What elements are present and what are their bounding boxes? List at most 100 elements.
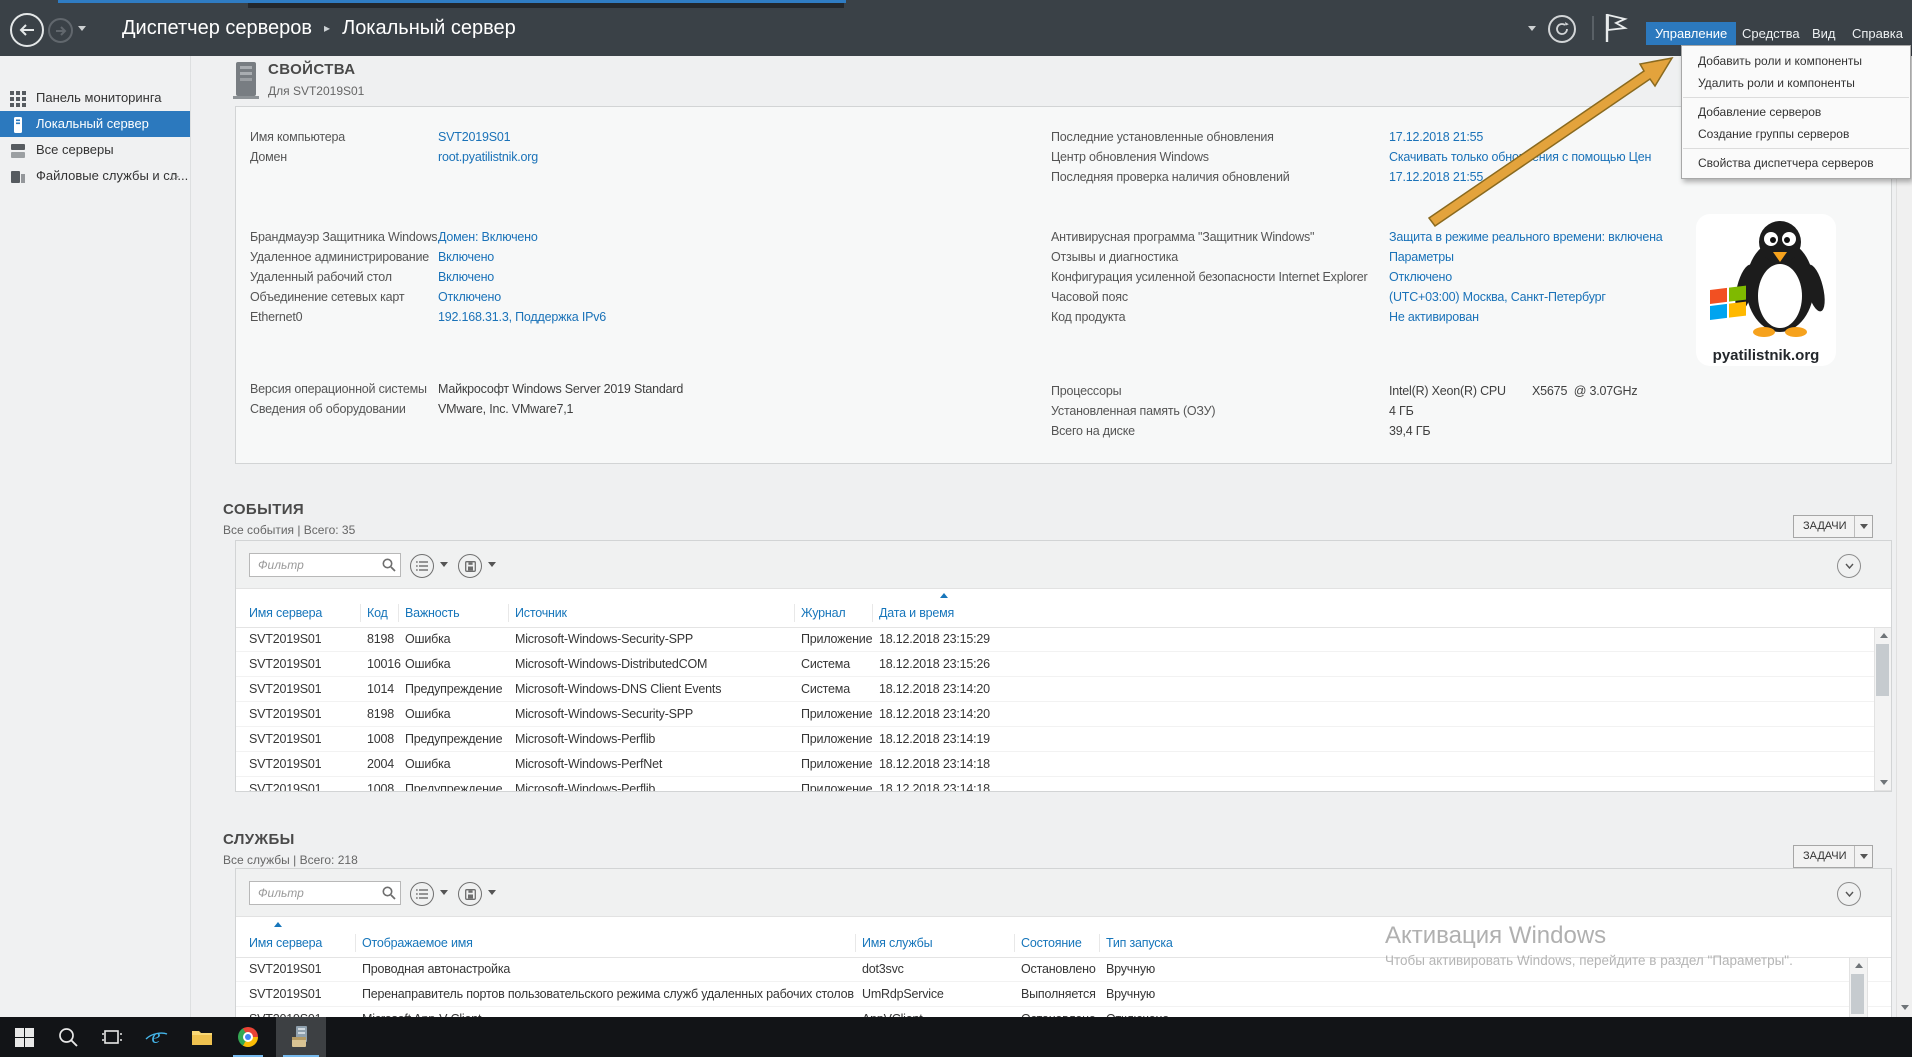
back-button[interactable]	[10, 13, 44, 47]
events-save-button[interactable]	[458, 554, 482, 578]
property-value[interactable]: Параметры	[1389, 250, 1454, 264]
property-value[interactable]: root.pyatilistnik.org	[438, 150, 538, 164]
property-value[interactable]: Защита в режиме реального времени: включ…	[1389, 230, 1663, 244]
cell-datetime: 18.12.2018 23:14:20	[879, 677, 990, 701]
services-save-caret-icon[interactable]	[488, 890, 496, 895]
task-view-button[interactable]	[90, 1017, 134, 1057]
table-row[interactable]: SVT2019S012004ОшибкаMicrosoft-Windows-Pe…	[236, 752, 1891, 777]
properties-title: СВОЙСТВА	[268, 61, 355, 78]
menu-item-manage[interactable]: Управление	[1646, 22, 1736, 45]
column-header[interactable]: Имя сервера	[249, 929, 322, 957]
events-tasks-button[interactable]: ЗАДАЧИ	[1793, 515, 1873, 538]
breadcrumb-root[interactable]: Диспетчер серверов	[122, 17, 312, 39]
table-row[interactable]: SVT2019S0110016ОшибкаMicrosoft-Windows-D…	[236, 652, 1891, 677]
menu-item-help[interactable]: Справка	[1843, 22, 1912, 45]
column-header[interactable]: Имя службы	[862, 929, 932, 957]
property-row: Установленная память (ОЗУ)4 ГБ	[1051, 401, 1414, 421]
forward-button[interactable]	[48, 18, 73, 43]
property-value[interactable]: Включено	[438, 270, 494, 284]
ie-button[interactable]: e	[134, 1017, 178, 1057]
scroll-up-icon[interactable]	[1875, 628, 1892, 643]
menu-item-create-server-group[interactable]: Создание группы серверов	[1682, 123, 1910, 145]
refresh-button[interactable]	[1548, 15, 1576, 43]
table-row[interactable]: SVT2019S018198ОшибкаMicrosoft-Windows-Se…	[236, 627, 1891, 652]
column-header[interactable]: Дата и время	[879, 599, 954, 627]
events-subtitle: Все события | Всего: 35	[223, 523, 355, 537]
table-row[interactable]: SVT2019S011008ПредупреждениеMicrosoft-Wi…	[236, 777, 1891, 792]
scroll-down-icon[interactable]	[1875, 775, 1892, 790]
sidebar-item-dashboard[interactable]: Панель мониторинга	[0, 85, 190, 111]
nav-history-caret-icon[interactable]	[78, 26, 86, 31]
tasks-caret-icon[interactable]	[1854, 516, 1872, 537]
events-view-button[interactable]	[410, 554, 434, 578]
property-label: Код продукта	[1051, 307, 1389, 327]
menu-item-server-manager-properties[interactable]: Свойства диспетчера серверов	[1682, 152, 1910, 174]
column-header[interactable]: Код	[367, 599, 388, 627]
tasks-caret-icon[interactable]	[1854, 846, 1872, 867]
services-save-button[interactable]	[458, 882, 482, 906]
menu-item-add-servers[interactable]: Добавление серверов	[1682, 101, 1910, 123]
property-value[interactable]: SVT2019S01	[438, 130, 510, 144]
property-value[interactable]: Включено	[438, 250, 494, 264]
notifications-flag-button[interactable]	[1604, 13, 1628, 48]
services-collapse-button[interactable]	[1837, 882, 1861, 906]
start-button[interactable]	[2, 1017, 46, 1057]
property-value[interactable]: 192.168.31.3, Поддержка IPv6	[438, 310, 606, 324]
property-value[interactable]: 17.12.2018 21:55	[1389, 170, 1483, 184]
sidebar-item-local-server[interactable]: Локальный сервер	[0, 111, 190, 137]
property-value[interactable]: (UTC+03:00) Москва, Санкт-Петербург	[1389, 290, 1606, 304]
column-header[interactable]: Журнал	[801, 599, 845, 627]
sidebar-item-label: Локальный сервер	[36, 111, 149, 137]
expand-arrow-icon[interactable]: ▷	[172, 163, 179, 189]
services-filter-input[interactable]	[249, 881, 401, 905]
scrollbar-thumb[interactable]	[1876, 644, 1889, 696]
events-scrollbar[interactable]	[1874, 627, 1892, 791]
menu-item-remove-roles[interactable]: Удалить роли и компоненты	[1682, 72, 1910, 94]
services-tasks-button[interactable]: ЗАДАЧИ	[1793, 845, 1873, 868]
main-scrollbar[interactable]	[1896, 56, 1912, 1017]
menu-item-tools[interactable]: Средства	[1733, 22, 1809, 45]
property-value[interactable]: Скачивать только обновления с помощью Це…	[1389, 150, 1651, 164]
taskbar-search-button[interactable]	[46, 1017, 90, 1057]
scroll-up-icon[interactable]	[1850, 958, 1867, 973]
property-value[interactable]: Отключено	[438, 290, 501, 304]
events-view-caret-icon[interactable]	[440, 562, 448, 567]
scrollbar-thumb[interactable]	[1851, 974, 1864, 1014]
column-header[interactable]: Имя сервера	[249, 599, 322, 627]
menu-item-add-roles[interactable]: Добавить роли и компоненты	[1682, 50, 1910, 72]
property-row: ПроцессорыIntel(R) Xeon(R) CPU X5675 @ 3…	[1051, 381, 1637, 401]
column-header[interactable]: Тип запуска	[1106, 929, 1173, 957]
cell-datetime: 18.12.2018 23:14:20	[879, 702, 990, 726]
table-row[interactable]: SVT2019S011008ПредупреждениеMicrosoft-Wi…	[236, 727, 1891, 752]
table-row[interactable]: SVT2019S01Перенаправитель портов пользов…	[236, 982, 1891, 1007]
property-value[interactable]: 17.12.2018 21:55	[1389, 130, 1483, 144]
menu-item-view[interactable]: Вид	[1803, 22, 1845, 45]
events-save-caret-icon[interactable]	[488, 562, 496, 567]
tasks-button-label: ЗАДАЧИ	[1794, 520, 1847, 532]
property-row: Сведения об оборудованииVMware, Inc. VMw…	[250, 399, 573, 419]
property-value[interactable]: Отключено	[1389, 270, 1452, 284]
column-header[interactable]: Источник	[515, 599, 567, 627]
explorer-button[interactable]	[180, 1017, 224, 1057]
events-filter-input[interactable]	[249, 553, 401, 577]
events-collapse-button[interactable]	[1837, 554, 1861, 578]
column-header[interactable]: Отображаемое имя	[362, 929, 473, 957]
property-row: Имя компьютераSVT2019S01	[250, 127, 510, 147]
property-value[interactable]: Домен: Включено	[438, 230, 538, 244]
sidebar: Панель мониторинга Локальный сервер Все …	[0, 56, 191, 1017]
table-row[interactable]: SVT2019S011014ПредупреждениеMicrosoft-Wi…	[236, 677, 1891, 702]
server-manager-button[interactable]	[276, 1017, 326, 1057]
cell-status: Выполняется	[1021, 982, 1096, 1006]
save-icon	[465, 889, 476, 900]
services-view-button[interactable]	[410, 882, 434, 906]
sidebar-item-file-services[interactable]: Файловые службы и сл... ▷	[0, 163, 190, 189]
column-header[interactable]: Состояние	[1021, 929, 1082, 957]
table-row[interactable]: SVT2019S018198ОшибкаMicrosoft-Windows-Se…	[236, 702, 1891, 727]
scroll-down-icon[interactable]	[1897, 1000, 1912, 1015]
property-value[interactable]: Не активирован	[1389, 310, 1479, 324]
sidebar-item-all-servers[interactable]: Все серверы	[0, 137, 190, 163]
chrome-button[interactable]	[226, 1017, 270, 1057]
services-view-caret-icon[interactable]	[440, 890, 448, 895]
refresh-caret-icon[interactable]	[1528, 26, 1536, 31]
column-header[interactable]: Важность	[405, 599, 459, 627]
